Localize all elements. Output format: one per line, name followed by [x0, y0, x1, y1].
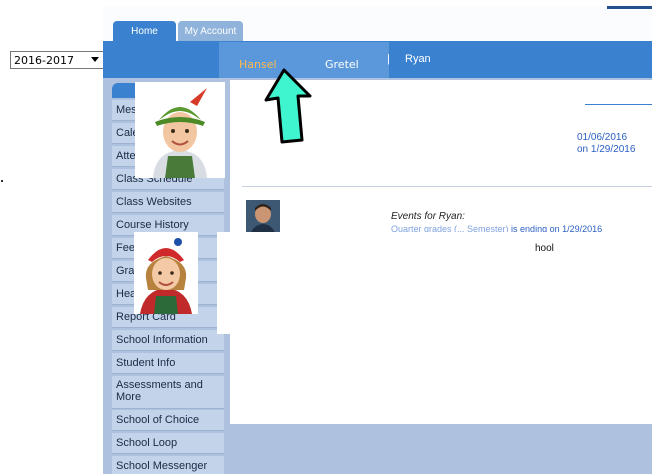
tab-my-account[interactable]: My Account — [178, 21, 243, 42]
student-separator: | — [387, 53, 390, 65]
student-tab-gretel[interactable]: Gretel — [325, 58, 359, 71]
tab-home[interactable]: Home — [113, 21, 176, 42]
top-right-mark — [607, 6, 652, 9]
sidebar-item-school-information[interactable]: School Information — [112, 330, 224, 351]
student-tab-ryan[interactable]: Ryan — [405, 53, 431, 65]
chevron-down-icon — [91, 57, 99, 62]
sidebar-item-school-loop[interactable]: School Loop — [112, 433, 224, 454]
sidebar-item-school-messenger[interactable]: School Messenger — [112, 456, 224, 474]
sidebar-item-assessments-and-more[interactable]: Assessments and More — [112, 376, 224, 409]
year-select-a[interactable]: 2016-2017 — [10, 51, 104, 69]
stray-dot — [1, 180, 3, 182]
sidebar-item-school-of-choice[interactable]: School of Choice — [112, 410, 224, 431]
top-tab-bar: Home My Account — [103, 6, 652, 42]
divider — [585, 104, 652, 105]
redaction-box — [217, 232, 652, 334]
divider — [242, 186, 652, 187]
tab-home-label: Home — [131, 26, 158, 37]
sidebar-item-student-info[interactable]: Student Info — [112, 353, 224, 374]
year-select-a-value: 2016-2017 — [14, 53, 74, 67]
hansel-photo — [135, 82, 225, 178]
gretel-photo — [134, 232, 198, 314]
announcement-date[interactable]: 01/06/2016 — [577, 132, 627, 143]
announcement-date-end[interactable]: on 1/29/2016 — [577, 144, 635, 155]
up-arrow-annotation-icon — [262, 66, 314, 144]
tab-my-account-label: My Account — [184, 26, 237, 37]
school-text-fragment: hool — [535, 243, 554, 254]
events-heading: Events for Ryan: — [391, 211, 465, 222]
sidebar-item-class-websites[interactable]: Class Websites — [112, 192, 224, 213]
